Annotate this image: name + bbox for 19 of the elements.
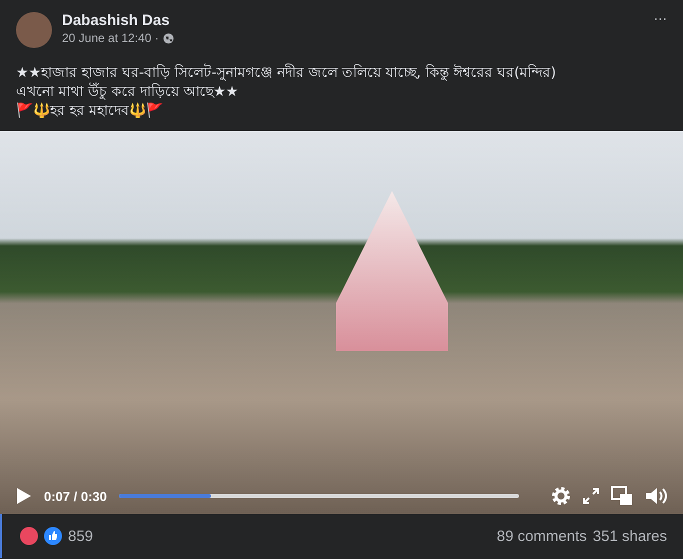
post-text: ★★হাজার হাজার ঘর-বাড়ি সিলেট-সুনামগঞ্জে নদীর জলে তলিয়ে যাচ্ছে, কিন্তু ঈশ্বরের ঘর(মন্দির)	[16, 64, 558, 82]
shares-link[interactable]: 351 shares	[592, 528, 667, 544]
picture-in-picture-icon[interactable]	[611, 486, 633, 506]
video-time: 0:07 / 0:30	[44, 488, 107, 504]
more-options-button[interactable]: ···	[654, 12, 667, 28]
comments-link[interactable]: 89 comments	[496, 528, 587, 544]
progress-bar[interactable]	[118, 494, 519, 498]
expand-icon[interactable]	[583, 488, 599, 504]
like-reaction-icon	[44, 527, 62, 545]
author-name[interactable]: Dabashish Das	[62, 12, 644, 29]
post-time[interactable]: 20 June at 12:40 ·	[62, 31, 159, 45]
reaction-count[interactable]: 859	[68, 528, 94, 544]
globe-icon	[162, 32, 174, 44]
post-text: 🚩🔱হর হর মহাদেব🔱🚩	[16, 102, 164, 121]
post-text: এখনো মাথা উঁচু করে দাড়িয়ে আছে★★	[16, 83, 240, 102]
avatar	[16, 12, 52, 48]
play-icon[interactable]	[16, 487, 32, 505]
settings-icon[interactable]	[551, 486, 571, 506]
volume-icon[interactable]	[645, 486, 667, 506]
